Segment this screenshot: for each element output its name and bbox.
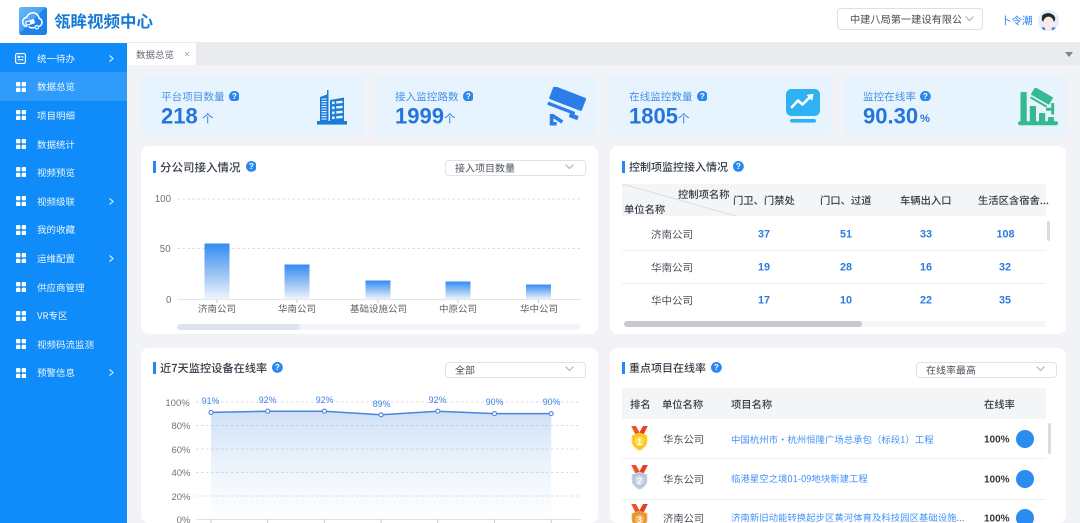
svg-text:?: ? [736,163,741,172]
svg-text:%: % [920,113,930,125]
svg-text:90%: 90% [486,397,504,407]
svg-text:28: 28 [840,262,852,274]
svg-text:92%: 92% [259,395,277,405]
svg-text:?: ? [714,364,719,373]
svg-text:92%: 92% [429,395,447,405]
svg-text:0%: 0% [176,515,190,523]
svg-text:100%: 100% [984,474,1010,485]
svg-text:40%: 40% [171,468,191,479]
svg-text:80%: 80% [171,421,191,432]
svg-text:100%: 100% [166,397,191,408]
svg-text:33: 33 [919,229,931,241]
svg-text:35: 35 [999,295,1011,307]
svg-text:20%: 20% [171,491,191,502]
svg-text:100: 100 [155,194,172,205]
svg-text:90%: 90% [542,397,560,407]
svg-text:100%: 100% [984,434,1010,445]
svg-text:?: ? [232,92,237,101]
svg-text:10: 10 [840,295,852,307]
svg-text:×: × [184,49,190,60]
svg-text:92%: 92% [316,395,334,405]
svg-text:1: 1 [637,436,642,446]
svg-text:?: ? [466,92,471,101]
svg-text:17: 17 [758,295,770,307]
svg-text:50: 50 [160,244,171,255]
svg-text:91%: 91% [202,396,220,406]
svg-text:1999: 1999 [395,104,444,129]
svg-text:60%: 60% [171,444,191,455]
svg-text:19: 19 [758,262,770,274]
svg-text:100%: 100% [984,513,1010,523]
svg-text:3: 3 [637,515,642,523]
svg-text:90.30: 90.30 [863,104,918,129]
svg-text:16: 16 [919,262,931,274]
svg-text:0: 0 [166,295,172,306]
svg-text:108: 108 [996,229,1014,241]
svg-text:89%: 89% [372,398,390,408]
svg-text:1805: 1805 [629,104,678,129]
svg-text:2: 2 [637,476,642,486]
svg-text:37: 37 [758,229,770,241]
svg-text:?: ? [700,92,705,101]
svg-text:51: 51 [840,229,852,241]
svg-text:22: 22 [919,295,931,307]
svg-text:218: 218 [161,104,198,129]
svg-text:32: 32 [999,262,1011,274]
